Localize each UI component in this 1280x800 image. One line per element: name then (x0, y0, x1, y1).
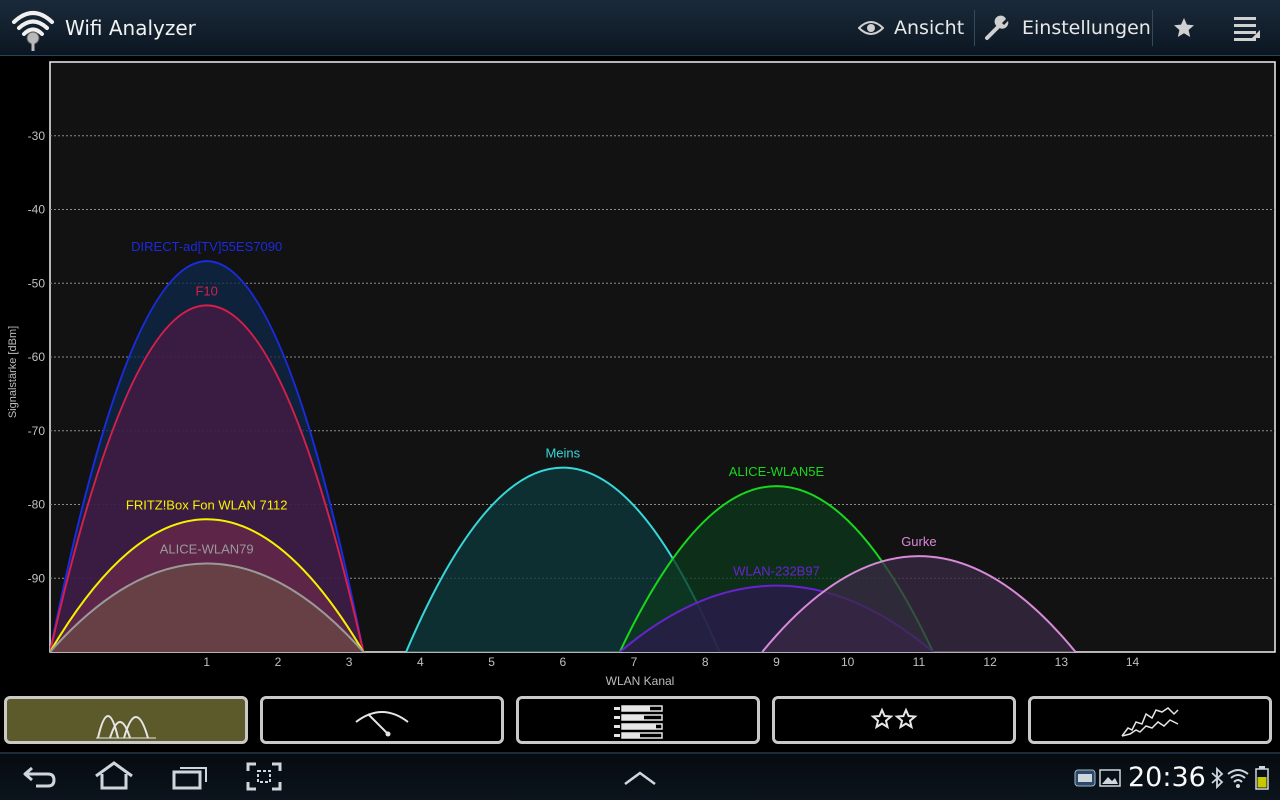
x-tick-label: 13 (1055, 655, 1069, 669)
network-label: F10 (195, 283, 217, 298)
channel-graph: DIRECT-ad[TV]55ES7090 F10 FRITZ!Box Fon WL… (7, 61, 1276, 688)
network-label: DIRECT-ad[TV]55ES7090 (131, 239, 282, 254)
star-icon (1174, 18, 1194, 37)
network-label: Gurke (901, 534, 936, 549)
view-button[interactable]: Ansicht (858, 0, 964, 56)
notification-app-icon (1074, 769, 1096, 787)
network-label: WLAN-232B97 (733, 564, 820, 579)
network-label: Meins (545, 446, 580, 461)
list-icon (614, 705, 663, 739)
channel-graph-icon (96, 715, 156, 739)
x-tick-label: 7 (631, 655, 638, 669)
view-tabs (0, 688, 1280, 752)
eye-icon (858, 21, 884, 35)
tab-signal-meter[interactable] (260, 696, 504, 744)
view-button-label: Ansicht (894, 17, 965, 39)
y-tick-label: -30 (28, 129, 46, 143)
channel-graph-panel: DIRECT-ad[TV]55ES7090 F10 FRITZ!Box Fon WL… (0, 56, 1280, 688)
x-tick-label: 12 (983, 655, 997, 669)
tab-channel-rating[interactable] (772, 696, 1016, 744)
network-label: ALICE-WLAN79 (160, 542, 254, 557)
y-tick-label: -50 (28, 276, 46, 290)
tab-ap-list[interactable] (516, 696, 760, 744)
wifi-analyzer-app: Wifi Analyzer Ansicht Einstellungen DIRE… (0, 0, 1280, 800)
wifi-antenna-app-icon[interactable] (10, 6, 56, 52)
wifi-status-icon (1227, 769, 1249, 788)
x-axis-title: WLAN Kanal (606, 674, 675, 688)
overflow-menu-button[interactable] (1232, 0, 1272, 56)
signal-meter-icon (355, 711, 409, 737)
favorite-button[interactable] (1172, 0, 1206, 56)
home-icon[interactable] (92, 760, 136, 794)
system-navigation-bar: 20:36 (0, 752, 1280, 800)
chevron-up-icon[interactable] (620, 766, 660, 790)
x-tick-label: 9 (773, 655, 780, 669)
screenshot-icon[interactable] (244, 760, 284, 794)
y-tick-label: -40 (28, 203, 46, 217)
wrench-icon (985, 15, 1009, 40)
app-title: Wifi Analyzer (65, 16, 196, 40)
settings-button-label: Einstellungen (1022, 17, 1151, 39)
back-icon[interactable] (22, 760, 58, 794)
action-bar: Wifi Analyzer Ansicht Einstellungen (0, 0, 1280, 56)
battery-icon (1255, 766, 1269, 790)
x-tick-label: 3 (346, 655, 353, 669)
network-label: FRITZ!Box Fon WLAN 7112 (126, 497, 288, 512)
menu-icon (1234, 17, 1260, 41)
action-separator (1152, 10, 1153, 46)
y-tick-label: -90 (28, 571, 46, 585)
stars-icon (870, 707, 918, 730)
network-label: ALICE-WLAN5E (729, 464, 825, 479)
x-tick-label: 8 (702, 655, 709, 669)
x-tick-label: 6 (559, 655, 566, 669)
x-tick-label: 11 (913, 655, 926, 669)
time-graph-icon (1121, 707, 1179, 737)
x-tick-label: 4 (417, 655, 424, 669)
y-tick-label: -70 (28, 424, 46, 438)
x-tick-label: 2 (275, 655, 282, 669)
action-separator (974, 10, 975, 46)
status-clock: 20:36 (1128, 762, 1206, 793)
tab-time-graph[interactable] (1028, 696, 1272, 744)
x-tick-label: 10 (841, 655, 855, 669)
y-tick-label: -80 (28, 498, 46, 512)
y-axis-title: Signalstärke [dBm] (7, 326, 19, 418)
settings-button[interactable]: Einstellungen (984, 0, 1151, 56)
x-tick-label: 1 (203, 655, 210, 669)
tab-channel-graph[interactable] (4, 696, 248, 744)
x-tick-label: 14 (1126, 655, 1140, 669)
x-tick-label: 5 (488, 655, 495, 669)
y-tick-label: -60 (28, 350, 46, 364)
bluetooth-icon (1211, 766, 1224, 790)
recent-apps-icon[interactable] (170, 760, 210, 794)
image-notification-icon (1099, 769, 1121, 787)
